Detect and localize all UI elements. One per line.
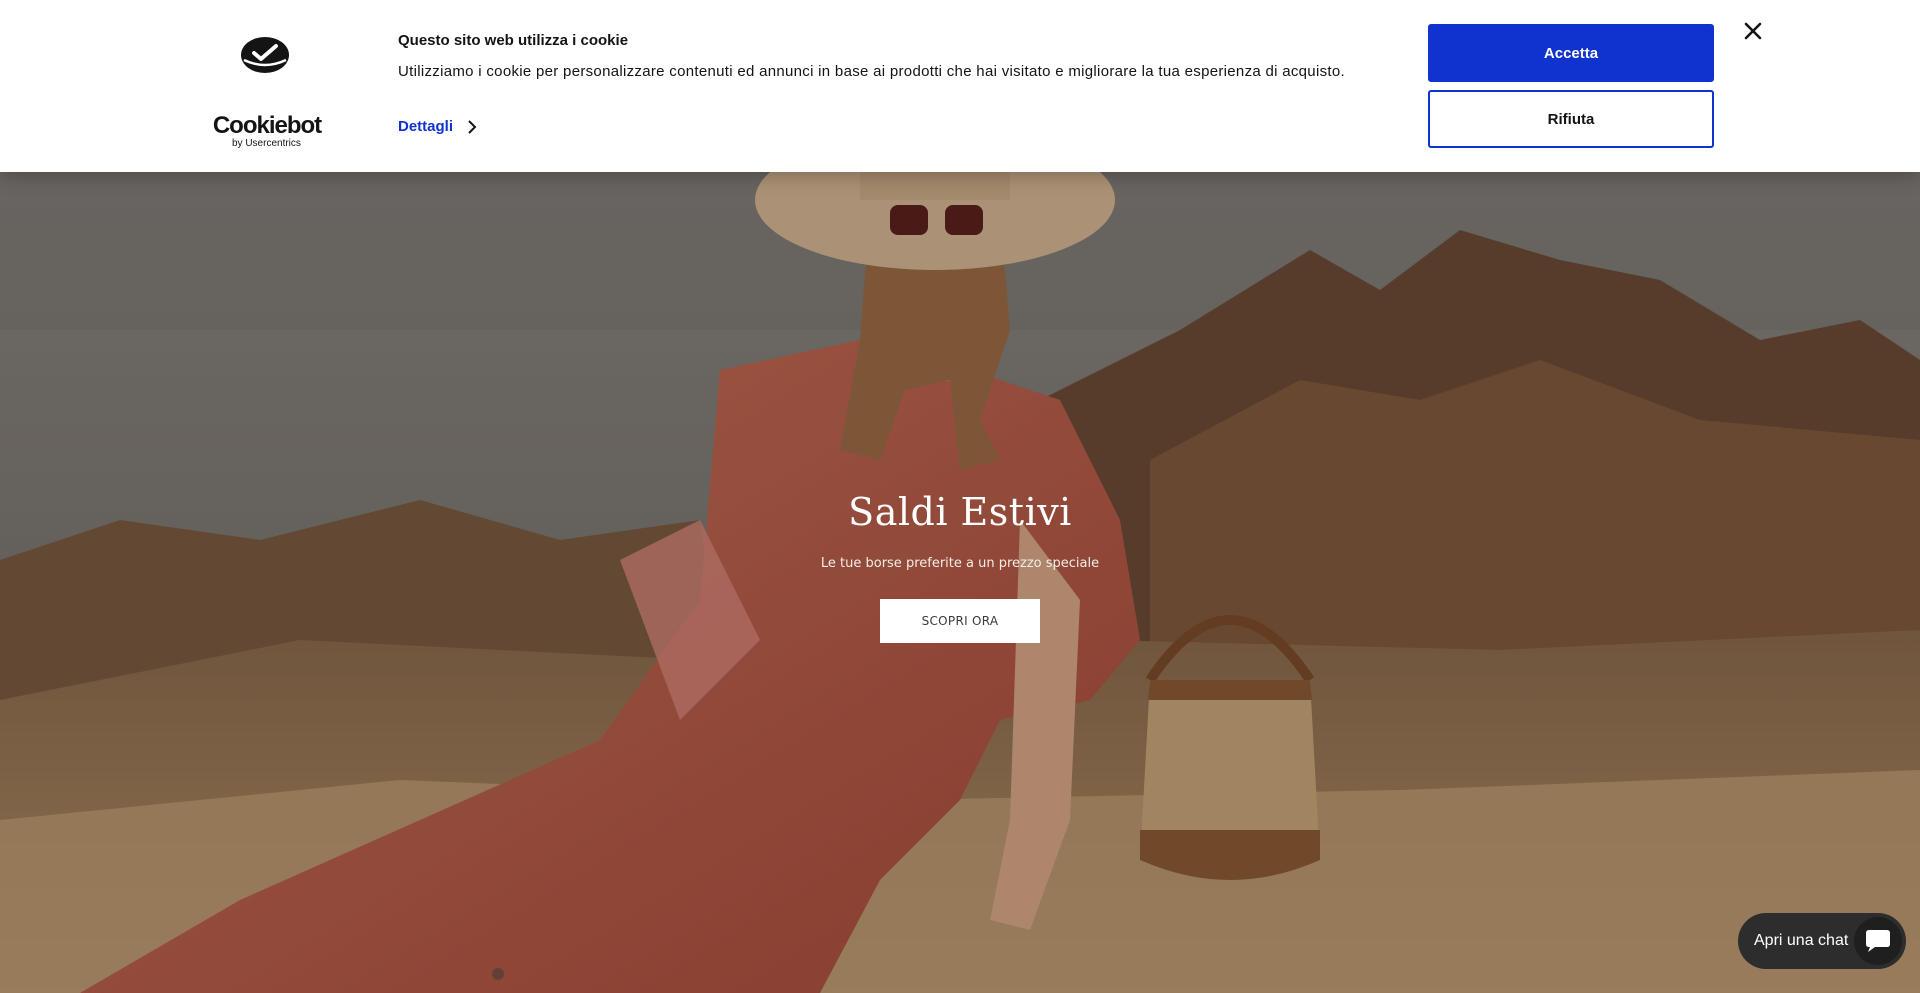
cookiebot-brand-by: by Usercentrics bbox=[232, 138, 301, 149]
cookiebot-brand-name: Cookiebot bbox=[212, 112, 322, 139]
hero-subtitle: Le tue borse preferite a un prezzo speci… bbox=[820, 556, 1100, 571]
accept-cookies-button[interactable]: Accetta bbox=[1428, 24, 1714, 82]
chat-icon-wrap bbox=[1854, 917, 1902, 965]
open-chat-button[interactable]: Apri una chat bbox=[1738, 913, 1906, 969]
cookie-banner-text: Utilizziamo i cookie per personalizzare … bbox=[398, 63, 1345, 80]
hero-title: Saldi Estivi bbox=[848, 490, 1072, 534]
reject-cookies-button[interactable]: Rifiuta bbox=[1428, 90, 1714, 148]
cookiebot-logo-icon bbox=[241, 37, 289, 73]
shop-now-button[interactable]: SCOPRI ORA bbox=[880, 599, 1040, 643]
hero-content: Saldi Estivi Le tue borse preferite a un… bbox=[0, 490, 1920, 643]
chat-label: Apri una chat bbox=[1754, 932, 1849, 949]
slider-dot[interactable] bbox=[492, 968, 504, 980]
cookiebot-brand: Cookiebot by Usercentrics bbox=[212, 112, 322, 150]
chevron-right-icon bbox=[468, 119, 477, 134]
close-icon[interactable] bbox=[1742, 20, 1764, 42]
cookie-details-label: Dettagli bbox=[398, 118, 454, 135]
cookie-details-link[interactable]: Dettagli bbox=[398, 118, 477, 135]
slider-dots bbox=[492, 968, 504, 980]
chat-bubble-icon bbox=[1866, 930, 1890, 952]
cookie-banner-title: Questo sito web utilizza i cookie bbox=[398, 32, 629, 49]
cookie-consent-banner: Cookiebot by Usercentrics Questo sito we… bbox=[0, 0, 1920, 172]
